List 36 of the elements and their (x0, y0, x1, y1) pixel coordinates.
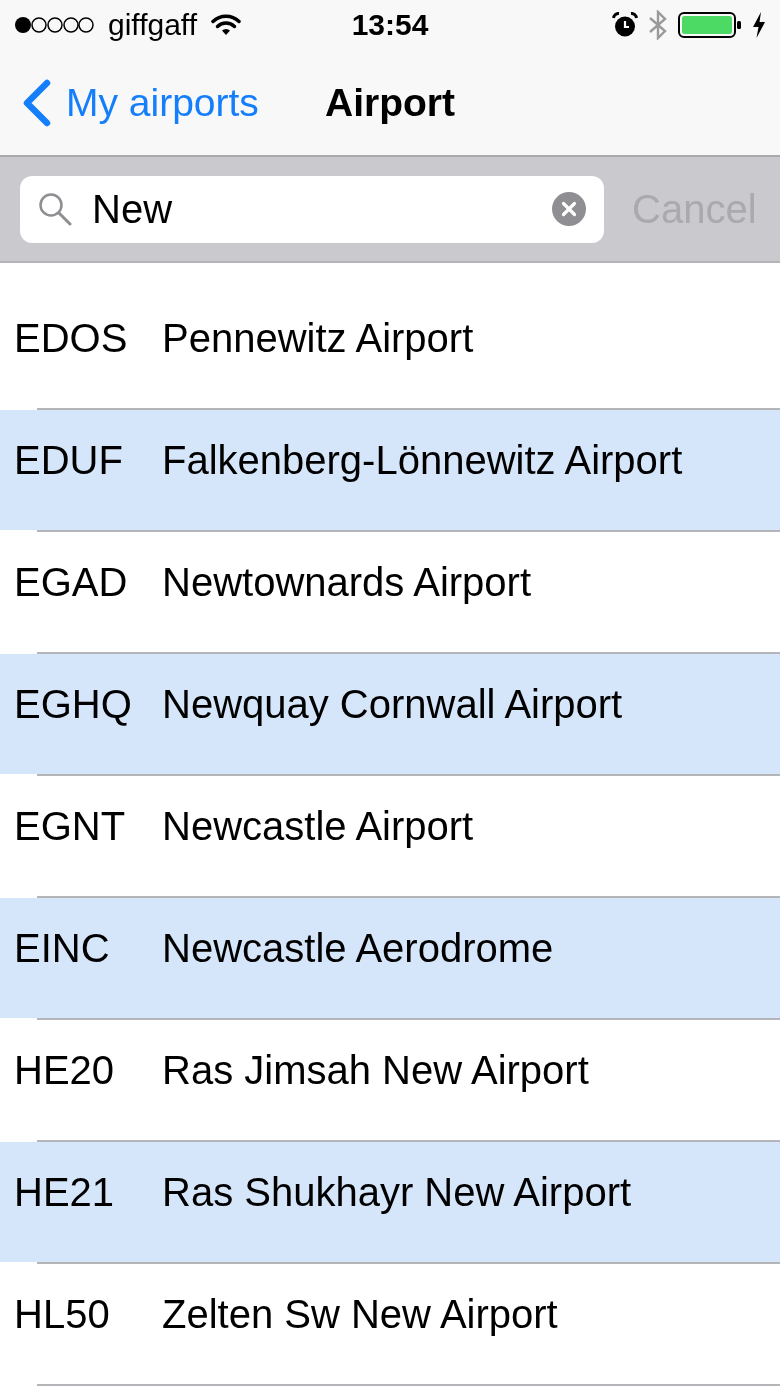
airport-row[interactable]: EINC Newcastle Aerodrome (0, 898, 780, 1018)
airport-name: Pennewitz Airport (162, 318, 474, 358)
airport-name: Ras Jimsah New Airport (162, 1050, 589, 1090)
airport-code: HE21 (13, 1172, 116, 1212)
airport-code: EDUF (13, 440, 124, 480)
search-field[interactable]: New (20, 175, 604, 243)
bluetooth-icon (648, 10, 668, 40)
signal-dots-icon (14, 16, 94, 34)
airport-name: Zelten Sw New Airport (162, 1294, 558, 1334)
clear-icon[interactable] (552, 192, 586, 226)
airport-row[interactable]: EGHQ Newquay Cornwall Airport (0, 654, 780, 774)
airport-code: EGHQ (13, 684, 133, 724)
clock-time: 13:54 (351, 10, 429, 40)
charging-bolt-icon (752, 12, 766, 38)
airport-name: Newtownards Airport (162, 562, 532, 602)
airport-name: Newcastle Airport (162, 806, 474, 846)
wifi-icon (211, 14, 241, 36)
airport-code: EGNT (13, 806, 127, 846)
airport-name: Newcastle Aerodrome (162, 928, 554, 968)
airport-code: EDOS (13, 318, 129, 358)
battery-icon (678, 12, 742, 38)
airport-code: HE20 (13, 1050, 116, 1090)
carrier-name: giffgaff (108, 10, 197, 40)
airport-code: HL50 (13, 1294, 111, 1334)
search-icon (38, 192, 72, 226)
airport-name: Newquay Cornwall Airport (162, 684, 623, 724)
alarm-clock-icon (612, 12, 638, 38)
back-button[interactable]: My airports (0, 78, 259, 127)
airport-code: EGAD (13, 562, 129, 602)
airport-row[interactable]: HE21 Ras Shukhayr New Airport (0, 1142, 780, 1262)
search-text: New (92, 189, 174, 229)
airport-row[interactable]: EDUF Falkenberg-Lönnewitz Airport (0, 410, 780, 530)
screen-title: Airport (325, 83, 455, 122)
airport-code: EINC (13, 928, 111, 968)
airport-name: Falkenberg-Lönnewitz Airport (162, 440, 683, 480)
airport-name: Ras Shukhayr New Airport (162, 1172, 632, 1212)
